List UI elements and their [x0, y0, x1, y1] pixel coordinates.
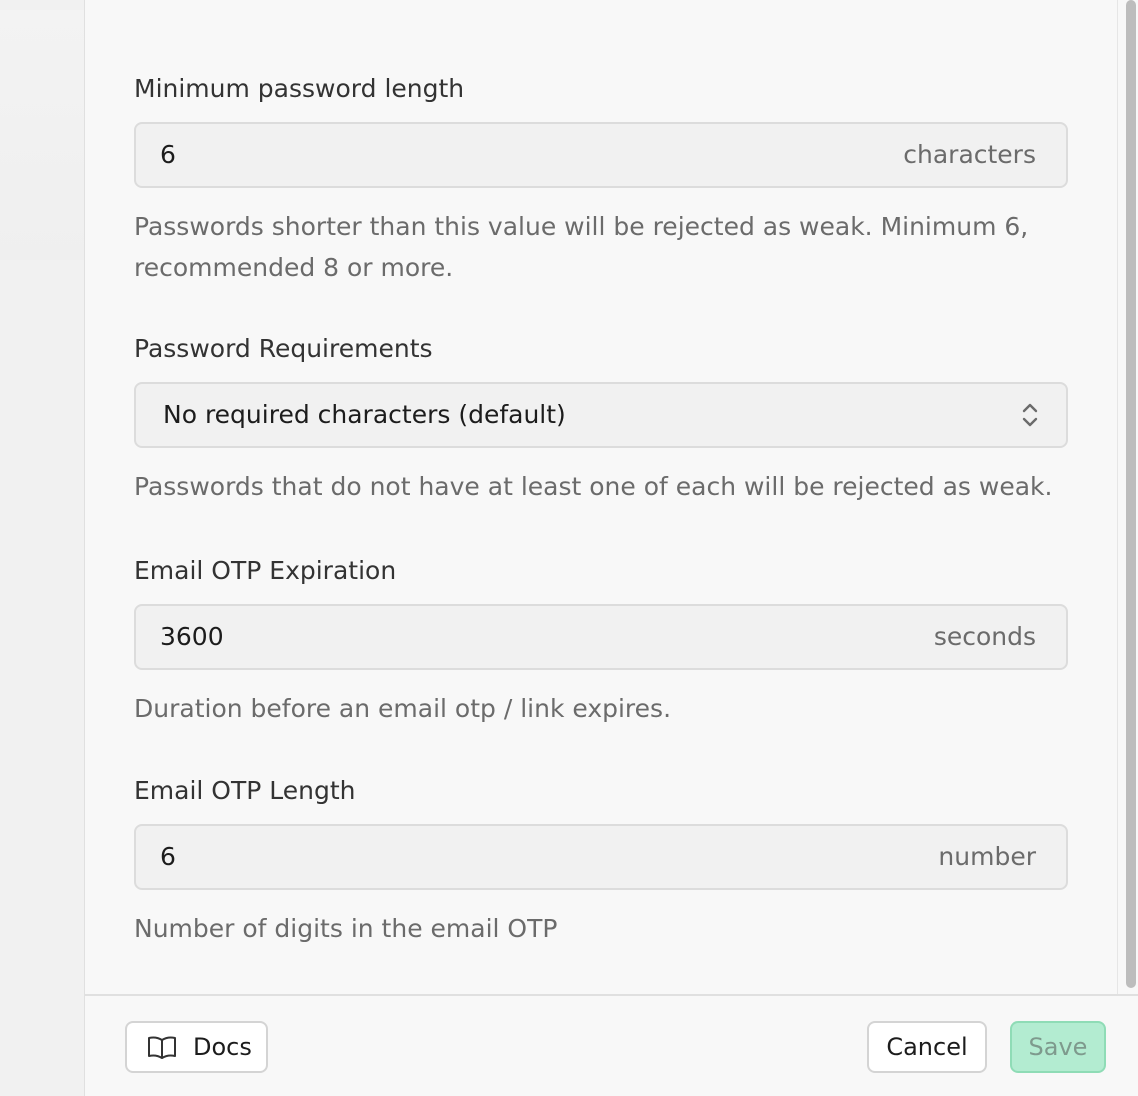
- email-otp-length-label: Email OTP Length: [134, 776, 356, 805]
- settings-side-panel: Minimum password length 6 characters Pas…: [84, 0, 1138, 1096]
- password-requirements-field: Password Requirements No required charac…: [134, 332, 1068, 507]
- email-otp-length-help: Number of digits in the email OTP: [134, 914, 558, 943]
- docs-button[interactable]: Docs: [125, 1021, 268, 1073]
- min-password-length-label: Minimum password length: [134, 74, 465, 103]
- docs-button-label: Docs: [193, 1033, 252, 1061]
- panel-scroll-area: Minimum password length 6 characters Pas…: [85, 0, 1117, 994]
- min-password-length-value[interactable]: 6: [160, 124, 176, 186]
- email-otp-length-field: Email OTP Length 6 number Number of digi…: [134, 774, 1068, 949]
- backdrop-shade: [0, 10, 84, 260]
- password-requirements-value[interactable]: No required characters (default): [163, 384, 566, 446]
- email-otp-expiration-label: Email OTP Expiration: [134, 556, 397, 585]
- email-otp-length-suffix: number: [938, 842, 1036, 871]
- email-otp-expiration-input[interactable]: 3600 seconds: [134, 604, 1068, 670]
- min-password-length-help: Passwords shorter than this value will b…: [134, 212, 1029, 282]
- vertical-scrollbar[interactable]: [1117, 0, 1138, 994]
- book-open-icon: [148, 1036, 176, 1059]
- chevron-up-down-icon: [1022, 403, 1038, 427]
- email-otp-expiration-suffix: seconds: [933, 622, 1036, 651]
- password-requirements-help: Passwords that do not have at least one …: [134, 472, 1053, 501]
- password-requirements-select[interactable]: No required characters (default): [134, 382, 1068, 448]
- password-requirements-label: Password Requirements: [134, 334, 433, 363]
- scrollbar-thumb[interactable]: [1126, 0, 1136, 988]
- min-password-length-suffix: characters: [903, 140, 1036, 169]
- save-button[interactable]: Save: [1010, 1021, 1106, 1073]
- min-password-length-input[interactable]: 6 characters: [134, 122, 1068, 188]
- panel-footer: Docs Cancel Save: [85, 994, 1138, 1096]
- email-otp-expiration-help: Duration before an email otp / link expi…: [134, 694, 672, 723]
- email-otp-length-input[interactable]: 6 number: [134, 824, 1068, 890]
- email-otp-expiration-field: Email OTP Expiration 3600 seconds Durati…: [134, 554, 1068, 729]
- email-otp-expiration-value[interactable]: 3600: [160, 606, 224, 668]
- email-otp-length-value[interactable]: 6: [160, 826, 176, 888]
- min-password-length-field: Minimum password length 6 characters Pas…: [134, 72, 1068, 288]
- cancel-button[interactable]: Cancel: [867, 1021, 987, 1073]
- page-backdrop: [0, 0, 84, 1096]
